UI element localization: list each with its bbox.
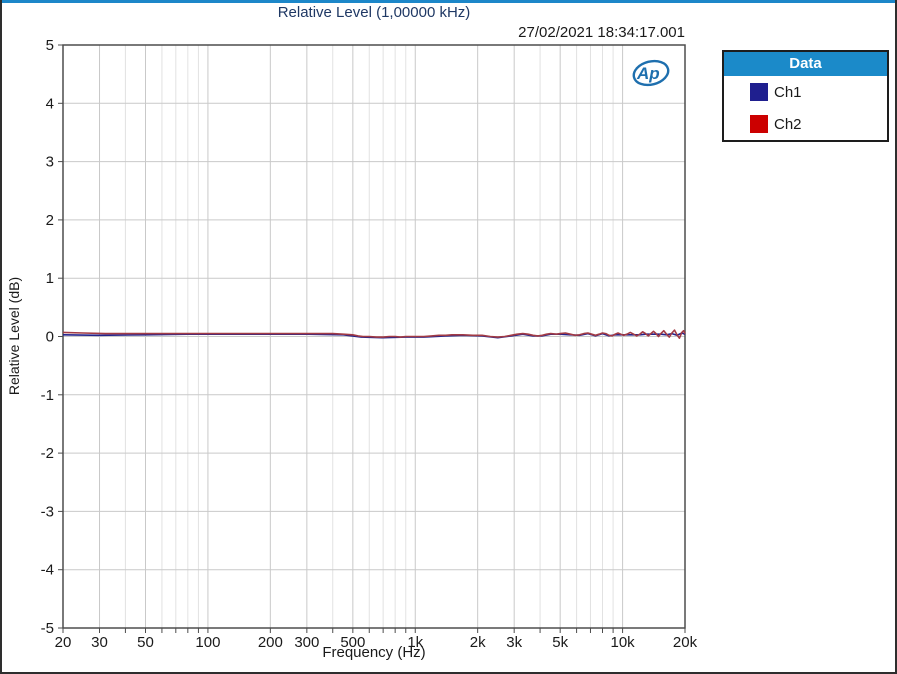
y-tick-label: -4 (41, 562, 54, 579)
y-tick-label: 5 (46, 37, 54, 54)
y-tick-label: 0 (46, 329, 54, 346)
y-tick-label: -2 (41, 445, 54, 462)
legend-item-ch2[interactable]: Ch2 (724, 108, 887, 140)
y-tick-label: 3 (46, 154, 54, 171)
y-tick-label: 1 (46, 270, 54, 287)
legend-label: Ch1 (774, 83, 802, 101)
legend-body: Ch1 Ch2 (724, 76, 887, 140)
legend-header: Data (724, 52, 887, 76)
legend-swatch-ch2 (750, 115, 768, 133)
legend-label: Ch2 (774, 115, 802, 133)
graph-window: Relative Level (1,00000 kHz) 27/02/2021 … (0, 0, 897, 674)
legend-swatch-ch1 (750, 83, 768, 101)
svg-text:Ap: Ap (636, 64, 660, 83)
y-tick-label: 2 (46, 212, 54, 229)
x-axis-title: Frequency (Hz) (322, 644, 426, 661)
y-tick-label: 4 (46, 95, 54, 112)
legend-panel: Data Ch1 Ch2 (722, 50, 889, 142)
y-tick-label: -3 (41, 503, 54, 520)
y-axis-title: Relative Level (dB) (6, 276, 22, 396)
audio-precision-logo-icon: Ap (632, 59, 670, 87)
y-tick-label: -5 (41, 620, 54, 637)
legend-item-ch1[interactable]: Ch1 (724, 76, 887, 108)
y-tick-label: -1 (41, 387, 54, 404)
